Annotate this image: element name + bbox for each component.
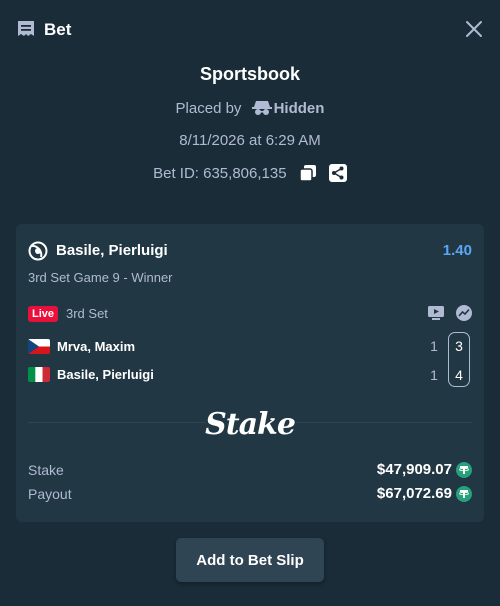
- placed-by-user: Hidden: [273, 100, 325, 117]
- stake-amount: $47,909.07: [376, 461, 452, 478]
- czech-flag-icon: [28, 339, 50, 354]
- bet-id-row: Bet ID: 635,806,135: [0, 164, 500, 182]
- tether-icon: [456, 486, 472, 502]
- team-name: Mrva, Maxim: [57, 339, 136, 354]
- selection-name[interactable]: Basile, Pierluigi: [56, 242, 168, 259]
- close-icon[interactable]: [465, 20, 483, 38]
- modal-title: Bet: [44, 20, 72, 39]
- italy-flag-icon: [28, 367, 50, 382]
- team-name: Basile, Pierluigi: [57, 367, 154, 382]
- share-icon[interactable]: [328, 164, 347, 182]
- market-name: 3rd Set Game 9 - Winner: [28, 270, 173, 285]
- tether-icon: [456, 462, 472, 478]
- sets-won: 1: [430, 338, 438, 354]
- bet-type-title: Sportsbook: [199, 64, 300, 84]
- stake-label: Stake: [28, 462, 64, 478]
- current-set-box: [448, 332, 470, 387]
- payout-amount: $67,072.69: [376, 485, 452, 502]
- modal-header: Bet: [0, 0, 500, 60]
- sets-won: 1: [430, 367, 438, 383]
- bet-datetime: 8/11/2026 at 6:29 AM: [179, 132, 321, 149]
- live-stream-icon[interactable]: [428, 306, 444, 320]
- bet-slip-icon: [18, 21, 34, 36]
- bet-id: Bet ID: 635,806,135: [153, 165, 287, 182]
- divider: [296, 422, 472, 423]
- match-period: 3rd Set: [66, 306, 108, 321]
- odds-value: 1.40: [442, 242, 472, 259]
- stats-icon[interactable]: [456, 305, 472, 321]
- tennis-icon: [28, 241, 48, 261]
- live-badge: Live: [28, 306, 59, 322]
- copy-icon[interactable]: [298, 164, 317, 182]
- placed-by: Placed by Hidden: [0, 100, 500, 117]
- placed-by-label: Placed by: [175, 100, 242, 117]
- stake-logo: Stake: [205, 407, 296, 442]
- incognito-icon: [251, 101, 272, 115]
- bet-card: Basile, Pierluigi 1.40 3rd Set Game 9 - …: [16, 224, 484, 522]
- add-to-bet-slip-button[interactable]: Add to Bet Slip: [176, 538, 324, 582]
- payout-label: Payout: [28, 486, 72, 502]
